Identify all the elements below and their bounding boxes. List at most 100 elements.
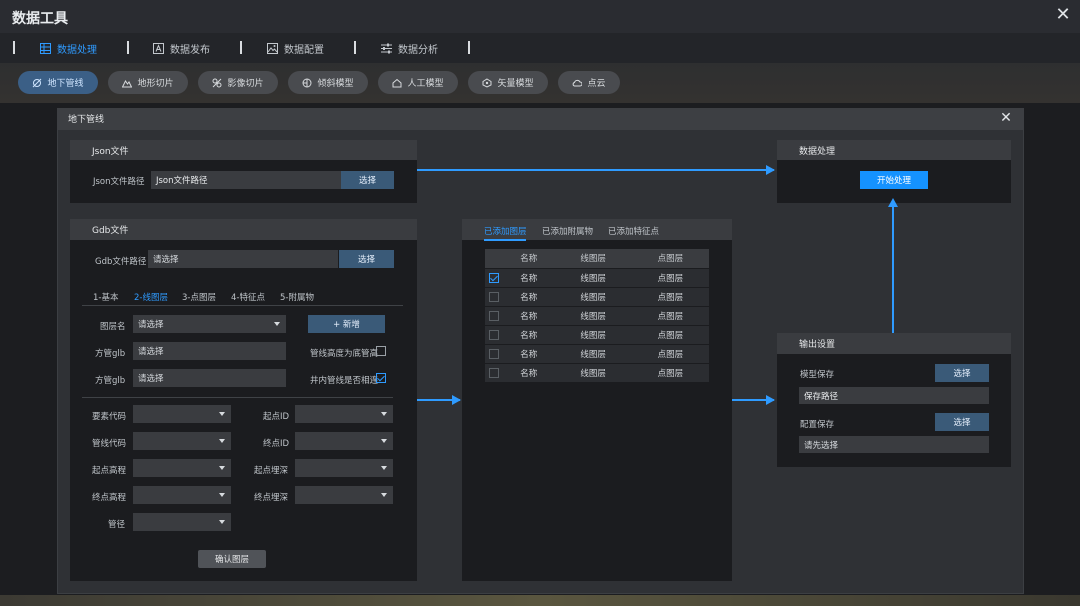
tab-added-feature-points[interactable]: 已添加特征点 (608, 225, 659, 237)
subtab-underground-pipeline[interactable]: 地下管线 (18, 71, 98, 94)
gdb-select-button[interactable]: 选择 (339, 250, 394, 268)
add-layer-button[interactable]: + 新增 (308, 315, 385, 333)
bottom-elevation-checkbox[interactable] (376, 346, 386, 356)
row-checkbox[interactable] (489, 367, 499, 378)
field-select[interactable] (295, 432, 393, 450)
row-checkbox[interactable] (489, 291, 499, 302)
config-save-path[interactable]: 请先选择 (799, 436, 989, 453)
tab-data-processing[interactable]: 数据处理 (40, 40, 97, 56)
table-cell: 名称 (503, 344, 555, 364)
tab-added-layers[interactable]: 已添加图层 (484, 225, 527, 237)
model-select-button[interactable]: 选择 (935, 364, 989, 382)
gdb-tab-attachment[interactable]: 5-附属物 (280, 291, 314, 303)
field-select[interactable] (295, 486, 393, 504)
field-label: 管径 (108, 520, 126, 530)
table-row[interactable]: 名称 线图层 点图层 (485, 268, 709, 288)
house-icon (392, 78, 402, 87)
subtab-oblique-model[interactable]: 倾斜模型 (288, 71, 368, 94)
config-save-label: 配置保存 (800, 420, 835, 430)
flow-arrow (417, 165, 775, 175)
process-panel-header: 数据处理 (777, 140, 1011, 160)
gdb-path-label: Gdb文件路径 (95, 257, 147, 267)
field-label: 起点高程 (92, 466, 127, 476)
subtab-label: 倾斜模型 (317, 79, 354, 89)
gdb-tab-basic[interactable]: 1-基本 (93, 291, 118, 303)
glb-input[interactable]: 请选择 (133, 342, 286, 360)
field-select[interactable] (295, 459, 393, 477)
subtab-vector-model[interactable]: 矢量模型 (468, 71, 548, 94)
field-label: 终点ID (263, 439, 290, 449)
gdb-panel-header: Gdb文件 (70, 219, 417, 240)
row-checkbox[interactable] (489, 348, 499, 359)
tab-added-attachments[interactable]: 已添加附属物 (542, 225, 593, 237)
tab-data-analysis[interactable]: 数据分析 (381, 40, 438, 56)
chevron-down-icon (219, 520, 225, 524)
tab-separator (127, 41, 129, 54)
field-label: 要素代码 (92, 412, 127, 422)
field-label: 终点埋深 (254, 493, 289, 503)
chevron-down-icon (219, 466, 225, 470)
row-checkbox[interactable] (489, 310, 499, 321)
start-process-button[interactable]: 开始处理 (860, 171, 928, 189)
subtab-image-slice[interactable]: 影像切片 (198, 71, 278, 94)
field-select[interactable] (295, 405, 393, 423)
json-panel-header: Json文件 (70, 140, 417, 160)
table-row[interactable]: 名称 线图层 点图层 (485, 363, 709, 383)
json-select-button[interactable]: 选择 (341, 171, 394, 189)
tab-data-config[interactable]: 数据配置 (267, 40, 324, 56)
gdb-tab-feature-point[interactable]: 4-特征点 (231, 291, 265, 303)
pipe-icon (33, 78, 42, 87)
field-select[interactable] (133, 486, 231, 504)
table-cell: 线图层 (554, 268, 632, 288)
table-row[interactable]: 名称 线图层 点图层 (485, 325, 709, 345)
field-label: 管线代码 (92, 439, 127, 449)
table-row[interactable]: 名称 线图层 点图层 (485, 306, 709, 326)
subtab-point-cloud[interactable]: 点云 (558, 71, 620, 94)
table-cell: 点图层 (631, 287, 709, 307)
gdb-tab-point-layer[interactable]: 3-点图层 (182, 291, 216, 303)
subtab-terrain-slice[interactable]: 地形切片 (108, 71, 188, 94)
subtab-manual-model[interactable]: 人工模型 (378, 71, 458, 94)
model-save-path[interactable]: 保存路径 (799, 387, 989, 404)
table-icon (40, 42, 51, 54)
tab-data-publish[interactable]: 数据发布 (153, 40, 210, 56)
row-checkbox[interactable] (489, 272, 499, 283)
gdb-tab-line-layer[interactable]: 2-线图层 (134, 291, 168, 303)
field-select[interactable] (133, 405, 231, 423)
table-cell: 点图层 (631, 306, 709, 326)
close-icon[interactable]: ✕ (1054, 6, 1072, 24)
flow-arrow (417, 395, 461, 405)
config-select-button[interactable]: 选择 (935, 413, 989, 431)
layer-name-select[interactable]: 请选择 (133, 315, 286, 333)
table-row[interactable]: 名称 线图层 点图层 (485, 287, 709, 307)
tab-separator (240, 41, 242, 54)
gdb-path-input[interactable]: 请选择 (148, 250, 338, 268)
tab-label: 数据发布 (170, 44, 210, 56)
field-select[interactable] (133, 459, 231, 477)
flow-arrow (888, 198, 898, 333)
glb-label: 方管glb (95, 376, 126, 386)
field-select[interactable] (133, 513, 231, 531)
subtab-label: 点云 (587, 79, 606, 89)
table-header-row: 名称 线图层 点图层 (485, 249, 709, 269)
confirm-layer-button[interactable]: 确认图层 (198, 550, 266, 568)
inner-connect-checkbox[interactable] (376, 373, 386, 383)
close-icon[interactable]: ✕ (999, 111, 1013, 125)
chevron-down-icon (381, 412, 387, 416)
table-row[interactable]: 名称 线图层 点图层 (485, 344, 709, 364)
table-header-checkbox (485, 249, 503, 269)
table-cell: 点图层 (631, 344, 709, 364)
tab-separator (354, 41, 356, 54)
field-select[interactable] (133, 432, 231, 450)
table-header: 名称 (503, 249, 555, 269)
glb-input[interactable]: 请选择 (133, 369, 286, 387)
json-path-input[interactable]: Json文件路径 (151, 171, 341, 189)
chevron-down-icon (274, 322, 280, 326)
app-title: 数据工具 (12, 11, 68, 27)
row-checkbox-cell (485, 287, 503, 307)
output-panel-header: 输出设置 (777, 333, 1011, 354)
table-cell: 线图层 (554, 325, 632, 345)
tab-separator (468, 41, 470, 54)
row-checkbox[interactable] (489, 329, 499, 340)
table-cell: 线图层 (554, 344, 632, 364)
